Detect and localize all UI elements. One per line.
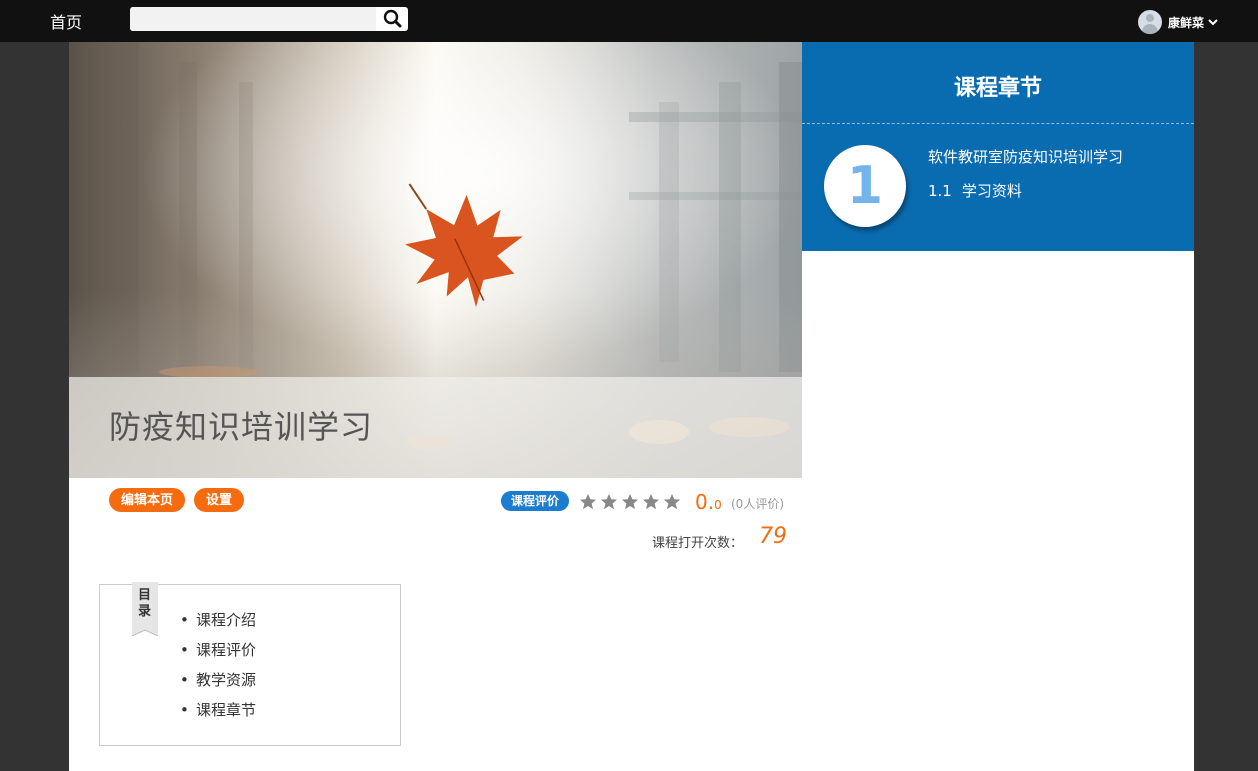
toc-item-resources[interactable]: 教学资源 (180, 669, 256, 699)
search-button[interactable] (378, 7, 408, 31)
top-navigation-bar: 首页 康鲜菜 (0, 0, 1258, 42)
star-icon[interactable] (579, 493, 597, 511)
settings-button[interactable]: 设置 (194, 488, 245, 512)
star-icon[interactable] (600, 493, 618, 511)
user-menu[interactable]: 康鲜菜 (1137, 9, 1218, 35)
toc-ribbon: 目录 (132, 582, 158, 636)
edit-page-button[interactable]: 编辑本页 (109, 488, 186, 512)
home-link[interactable]: 首页 (50, 9, 82, 33)
course-title: 防疫知识培训学习 (109, 408, 374, 446)
section-title: 学习资料 (961, 182, 1022, 200)
course-rating-badge[interactable]: 课程评价 (501, 491, 570, 511)
chapters-panel: 课程章节 1 软件教研室防疫知识培训学习 1.1 学习资料 (802, 42, 1194, 251)
chapters-divider (802, 123, 1194, 124)
star-icon[interactable] (642, 493, 660, 511)
star-icon[interactable] (663, 493, 681, 511)
rating-score: 0.0 (695, 490, 722, 514)
toc-item-intro[interactable]: 课程介绍 (180, 609, 256, 639)
rating-score-decimal: 0 (714, 498, 722, 512)
section-link[interactable]: 1.1 学习资料 (928, 180, 1022, 201)
chapter-number-badge: 1 (824, 145, 906, 227)
toc-item-rating[interactable]: 课程评价 (180, 639, 256, 669)
course-banner: 防疫知识培训学习 (69, 42, 802, 478)
chapter-link[interactable]: 软件教研室防疫知识培训学习 (928, 146, 1123, 167)
rating-score-main: 0. (695, 490, 715, 514)
avatar (1137, 10, 1162, 34)
toc-ribbon-label: 目录 (138, 588, 152, 619)
rating-stars[interactable] (579, 493, 681, 511)
search-icon (383, 9, 402, 28)
search-box (130, 7, 408, 31)
open-count-value: 79 (759, 524, 787, 549)
review-count: (0人评价) (731, 497, 784, 511)
chevron-down-icon (1208, 19, 1218, 26)
open-count-label: 课程打开次数： (652, 536, 744, 551)
toc-item-chapters[interactable]: 课程章节 (180, 699, 256, 729)
section-number: 1.1 (928, 182, 952, 200)
table-of-contents: 目录 课程介绍 课程评价 教学资源 课程章节 (99, 582, 401, 746)
star-icon[interactable] (621, 493, 639, 511)
toc-list: 课程介绍 课程评价 教学资源 课程章节 (180, 609, 256, 729)
chapters-title: 课程章节 (953, 76, 1042, 101)
course-page: 防疫知识培训学习 编辑本页 设置 课程评价 0.0 (0人评价) 课程打开次数：… (69, 42, 1194, 771)
user-name: 康鲜菜 (1167, 15, 1204, 30)
search-input[interactable] (130, 7, 376, 31)
